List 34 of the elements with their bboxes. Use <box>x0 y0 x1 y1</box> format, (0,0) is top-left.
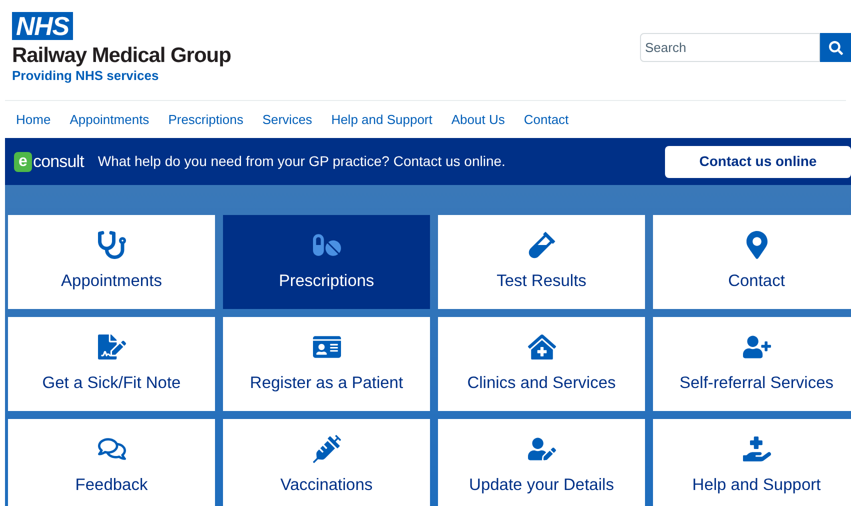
econsult-logo: e consult <box>14 148 84 174</box>
nav-link[interactable]: About Us <box>451 110 505 130</box>
practice-name: Railway Medical Group <box>12 44 231 68</box>
banner-message: What help do you need from your GP practice? Contact us online. <box>98 152 506 171</box>
service-tile[interactable]: Feedback <box>8 419 215 506</box>
service-tile[interactable]: Contact <box>653 215 851 309</box>
search-button[interactable] <box>820 33 851 62</box>
service-tile[interactable]: Register as a Patient <box>223 317 430 411</box>
nav-link[interactable]: Help and Support <box>331 110 432 130</box>
signed-document-icon <box>98 332 126 361</box>
service-tile[interactable]: Clinics and Services <box>438 317 645 411</box>
hand-plus-icon <box>742 434 770 463</box>
nav-link[interactable]: Services <box>262 110 312 130</box>
syringe-icon <box>312 434 340 463</box>
nav-link[interactable]: Contact <box>524 110 569 130</box>
service-tile[interactable]: Get a Sick/Fit Note <box>8 317 215 411</box>
nav-link[interactable]: Home <box>16 110 51 130</box>
contact-online-button[interactable]: Contact us online <box>665 146 851 178</box>
service-tile[interactable]: Appointments <box>8 215 215 309</box>
search-field[interactable]: Search <box>640 33 820 62</box>
service-tile[interactable]: Self-referral Services <box>653 317 851 411</box>
nhs-logo[interactable]: NHS <box>12 12 73 40</box>
service-tile[interactable]: Prescriptions <box>223 215 430 309</box>
nav-link[interactable]: Appointments <box>70 110 150 130</box>
service-tile[interactable]: Test Results <box>438 215 645 309</box>
stethoscope-icon <box>98 230 126 259</box>
nav-link[interactable]: Prescriptions <box>168 110 244 130</box>
house-plus-icon <box>528 332 556 361</box>
service-tile[interactable]: Update your Details <box>438 419 645 506</box>
tagline: Providing NHS services <box>12 68 159 84</box>
service-tile[interactable]: Vaccinations <box>223 419 430 506</box>
search-icon <box>828 40 842 54</box>
test-tube-icon <box>528 230 556 259</box>
service-tile[interactable]: Help and Support <box>653 419 851 506</box>
